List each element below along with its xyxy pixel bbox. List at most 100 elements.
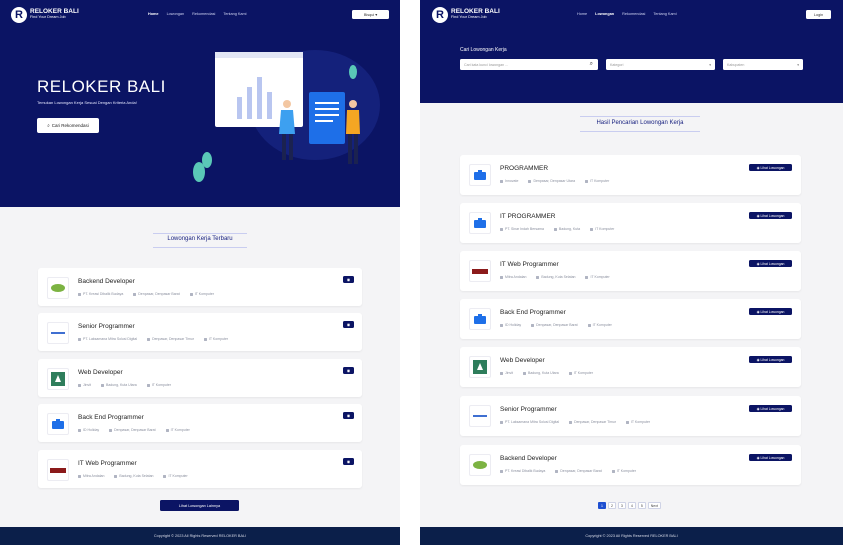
nav-rekomendasi[interactable]: Rekomendasi xyxy=(622,12,645,16)
home-page: R RELOKER BALI Find Your Dream Job Home … xyxy=(0,0,400,545)
building-icon xyxy=(500,179,503,183)
job-location: Denpasar, Denpasar Barat xyxy=(555,469,602,473)
briefcase-icon xyxy=(474,218,486,228)
job-card[interactable]: Web Developer Jinvit Badung, Kuta Utara … xyxy=(460,347,801,387)
view-job-button[interactable]: ◉ Lihat Lowongan xyxy=(749,405,792,412)
job-title: PROGRAMMER xyxy=(500,165,549,172)
nav-lowongan[interactable]: Lowongan xyxy=(167,12,185,16)
page-2[interactable]: 2 xyxy=(607,502,616,509)
map-pin-icon xyxy=(114,474,118,478)
person-head xyxy=(283,100,291,108)
job-meta: Jinvit Badung, Kuta Utara IT Komputer xyxy=(78,383,171,387)
building-icon xyxy=(500,323,503,327)
job-meta: Mitra Andalan Badung, Kuta Selatan IT Ko… xyxy=(78,474,188,478)
hero-illustration xyxy=(193,52,360,182)
nav-rekomendasi[interactable]: Rekomendasi xyxy=(192,12,215,16)
view-job-button[interactable]: ◉ Lihat Lowongan xyxy=(749,164,792,171)
page-4[interactable]: 4 xyxy=(627,502,636,509)
job-card[interactable]: Web Developer Jinvit Badung, Kuta Utara … xyxy=(38,359,362,397)
company-name: Innovate xyxy=(500,179,518,183)
nav-tentang[interactable]: Tentang Kami xyxy=(223,12,246,16)
eye-icon: ◉ xyxy=(346,459,351,464)
brand-logo[interactable]: R xyxy=(11,7,27,23)
regency-select-value: Kabupaten xyxy=(727,62,745,67)
job-card[interactable]: Senior Programmer PT. Laksamana Mitra So… xyxy=(460,396,801,436)
brand-name[interactable]: RELOKER BALI Find Your Dream Job xyxy=(451,8,500,19)
job-category: IT Komputer xyxy=(165,428,190,432)
company-name: PT. Laksamana Mitra Solusi Digital xyxy=(500,420,559,424)
job-meta: PT. Laksamana Mitra Solusi Digital Denpa… xyxy=(500,420,650,424)
brand-tagline: Find Your Dream Job xyxy=(451,15,487,20)
view-job-button[interactable]: ◉ xyxy=(343,458,354,465)
page-5[interactable]: 5 xyxy=(637,502,646,509)
page-3[interactable]: 3 xyxy=(617,502,626,509)
view-job-button[interactable]: ◉ Lihat Lowongan xyxy=(749,308,792,315)
user-menu-button[interactable]: Bisqui ▾ xyxy=(352,10,389,19)
view-job-button[interactable]: ◉ xyxy=(343,412,354,419)
job-meta: ID Holiday Denpasar, Denpasar Barat IT K… xyxy=(78,428,190,432)
view-job-button[interactable]: ◉ Lihat Lowongan xyxy=(749,356,792,363)
job-card[interactable]: Backend Developer PT. Kreasi Dibalik Bud… xyxy=(460,445,801,485)
job-title: Web Developer xyxy=(78,369,123,376)
map-pin-icon xyxy=(555,469,559,473)
map-pin-icon xyxy=(569,420,573,424)
job-meta: ID Holiday Denpasar, Denpasar Barat IT K… xyxy=(500,323,612,327)
brand-logo[interactable]: R xyxy=(432,7,448,23)
regency-select[interactable]: Kabupaten ▾ xyxy=(723,59,803,70)
building-icon xyxy=(78,474,81,478)
company-logo xyxy=(47,277,69,299)
pagination: 1 2 3 4 5 Next xyxy=(598,502,661,509)
nav-home[interactable]: Home xyxy=(577,12,587,16)
nav-lowongan[interactable]: Lowongan xyxy=(595,12,614,16)
map-pin-icon xyxy=(553,227,557,231)
brand-tagline: Find Your Dream Job xyxy=(30,15,66,20)
view-job-button[interactable]: ◉ Lihat Lowongan xyxy=(749,454,792,461)
job-card[interactable]: Senior Programmer PT. Laksamana Mitra So… xyxy=(38,313,362,351)
company-logo xyxy=(47,322,69,344)
job-meta: Mitra Andalan Badung, Kuta Selatan IT Ko… xyxy=(500,275,610,279)
job-title: Senior Programmer xyxy=(78,323,135,330)
view-job-button[interactable]: ◉ Lihat Lowongan xyxy=(749,212,792,219)
more-jobs-button[interactable]: Lihat Lowongan Lainnya xyxy=(160,500,239,511)
brand-name[interactable]: RELOKER BALI Find Your Dream Job xyxy=(30,8,79,19)
view-job-button[interactable]: ◉ xyxy=(343,321,354,328)
nav-home[interactable]: Home xyxy=(148,12,159,16)
view-job-label: Lihat Lowongan xyxy=(760,261,785,266)
job-search-page: R RELOKER BALI Find Your Dream Job Home … xyxy=(420,0,843,545)
job-card[interactable]: IT Web Programmer Mitra Andalan Badung, … xyxy=(38,450,362,488)
job-card[interactable]: Back End Programmer ID Holiday Denpasar,… xyxy=(38,404,362,442)
tag-icon xyxy=(165,428,169,432)
navbar: R RELOKER BALI Find Your Dream Job Home … xyxy=(0,0,400,30)
nav-tentang[interactable]: Tentang Kami xyxy=(653,12,676,16)
job-meta: PT. Kreasi Dibalik Budaya Denpasar, Denp… xyxy=(78,292,214,296)
search-icon[interactable]: ⌕ xyxy=(590,61,593,68)
job-location: Badung, Kuta xyxy=(553,227,580,231)
chevron-down-icon: ▾ xyxy=(797,62,799,67)
login-button[interactable]: Login xyxy=(806,10,831,19)
job-card[interactable]: Backend Developer PT. Kreasi Dibalik Bud… xyxy=(38,268,362,306)
find-recommendation-button[interactable]: ⌕ Cari Rekomendasi xyxy=(37,118,99,133)
search-title: Cari Lowongan Kerja xyxy=(460,47,507,53)
job-card[interactable]: IT PROGRAMMER PT. Sinar Indah Bersama Ba… xyxy=(460,203,801,243)
job-card[interactable]: PROGRAMMER Innovate Denpasar, Denpasar U… xyxy=(460,155,801,195)
tag-icon xyxy=(568,371,572,375)
section-underline xyxy=(580,116,700,117)
map-pin-icon xyxy=(528,179,532,183)
page-1[interactable]: 1 xyxy=(598,502,606,509)
view-job-button[interactable]: ◉ xyxy=(343,367,354,374)
category-select[interactable]: Kategori ▾ xyxy=(606,59,715,70)
tag-icon xyxy=(590,227,594,231)
document-panel xyxy=(309,92,345,144)
section-title: Hasil Pencarian Lowongan Kerja xyxy=(596,120,684,126)
job-category: IT Komputer xyxy=(189,292,214,296)
map-pin-icon xyxy=(522,371,526,375)
page-next[interactable]: Next xyxy=(647,502,661,509)
view-job-button[interactable]: ◉ Lihat Lowongan xyxy=(749,260,792,267)
search-input[interactable]: Cari kata kunci lowongan ... ⌕ xyxy=(460,59,598,70)
company-logo xyxy=(469,212,491,234)
view-job-button[interactable]: ◉ xyxy=(343,276,354,283)
job-card[interactable]: IT Web Programmer Mitra Andalan Badung, … xyxy=(460,251,801,291)
company-name: PT. Kreasi Dibalik Budaya xyxy=(78,292,123,296)
job-card[interactable]: Back End Programmer ID Holiday Denpasar,… xyxy=(460,299,801,339)
building-icon xyxy=(500,420,503,424)
